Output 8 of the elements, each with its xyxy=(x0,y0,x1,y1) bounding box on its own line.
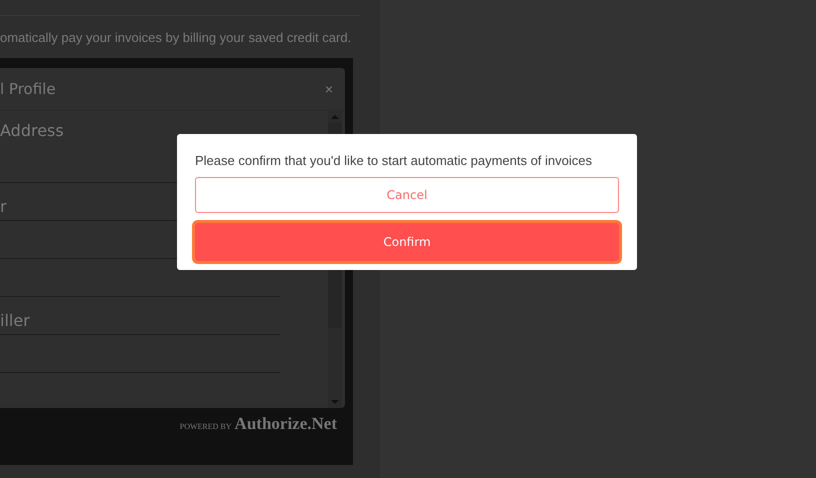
brand-logo-text: Authorize.Net xyxy=(234,414,337,434)
section-heading: Address xyxy=(0,121,65,142)
powered-by-text: POWERED BY xyxy=(180,422,232,431)
panel-title: l Profile xyxy=(0,80,56,98)
field-label: r xyxy=(0,197,7,218)
description-text: omatically pay your invoices by billing your saved credit card. xyxy=(0,29,352,46)
dialog-message: Please confirm that you'd like to start automatic payments of invoices xyxy=(195,153,592,169)
field-label: iller xyxy=(0,311,30,332)
